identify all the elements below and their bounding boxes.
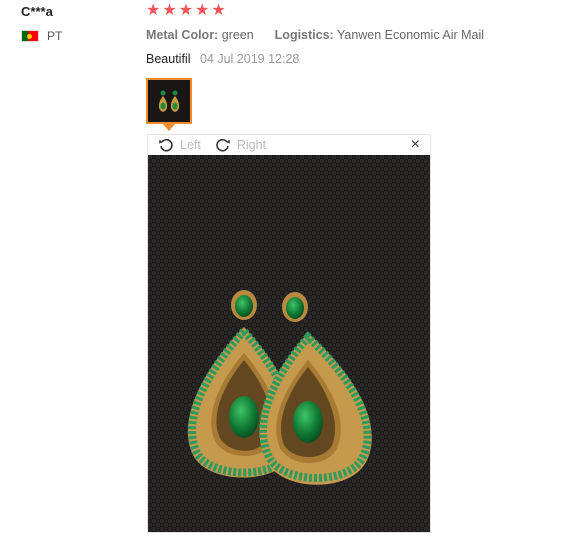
reviewer-name: C***a — [21, 4, 53, 19]
earrings-thumbnail-image — [148, 80, 190, 122]
close-icon[interactable]: × — [411, 136, 420, 154]
rotate-left-icon — [159, 138, 173, 152]
attr-value-metal-color: green — [221, 28, 254, 42]
earrings-photo-image — [148, 155, 430, 532]
feedback-text: Beautifil — [146, 52, 191, 66]
star-icon: ★ — [146, 2, 161, 19]
rotate-left-label: Left — [180, 138, 201, 152]
rotate-left-button[interactable]: Left — [158, 137, 201, 153]
viewer-toolbar: Left Right × — [148, 135, 430, 155]
review-photo — [148, 155, 430, 532]
order-attributes: Metal Color: green Logistics: Yanwen Eco… — [146, 28, 484, 42]
portugal-flag-icon — [21, 30, 39, 42]
review-photo-thumbnail[interactable] — [146, 78, 192, 124]
feedback-date: 04 Jul 2019 12:28 — [199, 52, 300, 66]
reviewer-country: PT — [21, 29, 62, 43]
star-icon: ★ — [195, 2, 210, 19]
country-code: PT — [47, 29, 63, 43]
feedback-line: Beautifil 04 Jul 2019 12:28 — [146, 52, 299, 66]
star-icon: ★ — [162, 2, 177, 19]
attr-value-logistics: Yanwen Economic Air Mail — [336, 28, 485, 42]
star-icon: ★ — [178, 2, 194, 19]
attr-key-metal-color: Metal Color: — [146, 28, 219, 42]
star-rating: ★ ★ ★ ★ ★ — [146, 3, 226, 19]
photo-viewer: Left Right × — [147, 134, 431, 533]
thumbnail-pointer — [163, 124, 175, 131]
rotate-right-icon — [216, 138, 230, 152]
rotate-right-button[interactable]: Right — [215, 137, 266, 153]
attr-key-logistics: Logistics: — [274, 28, 334, 42]
rotate-right-label: Right — [236, 138, 267, 152]
star-icon: ★ — [211, 2, 226, 19]
